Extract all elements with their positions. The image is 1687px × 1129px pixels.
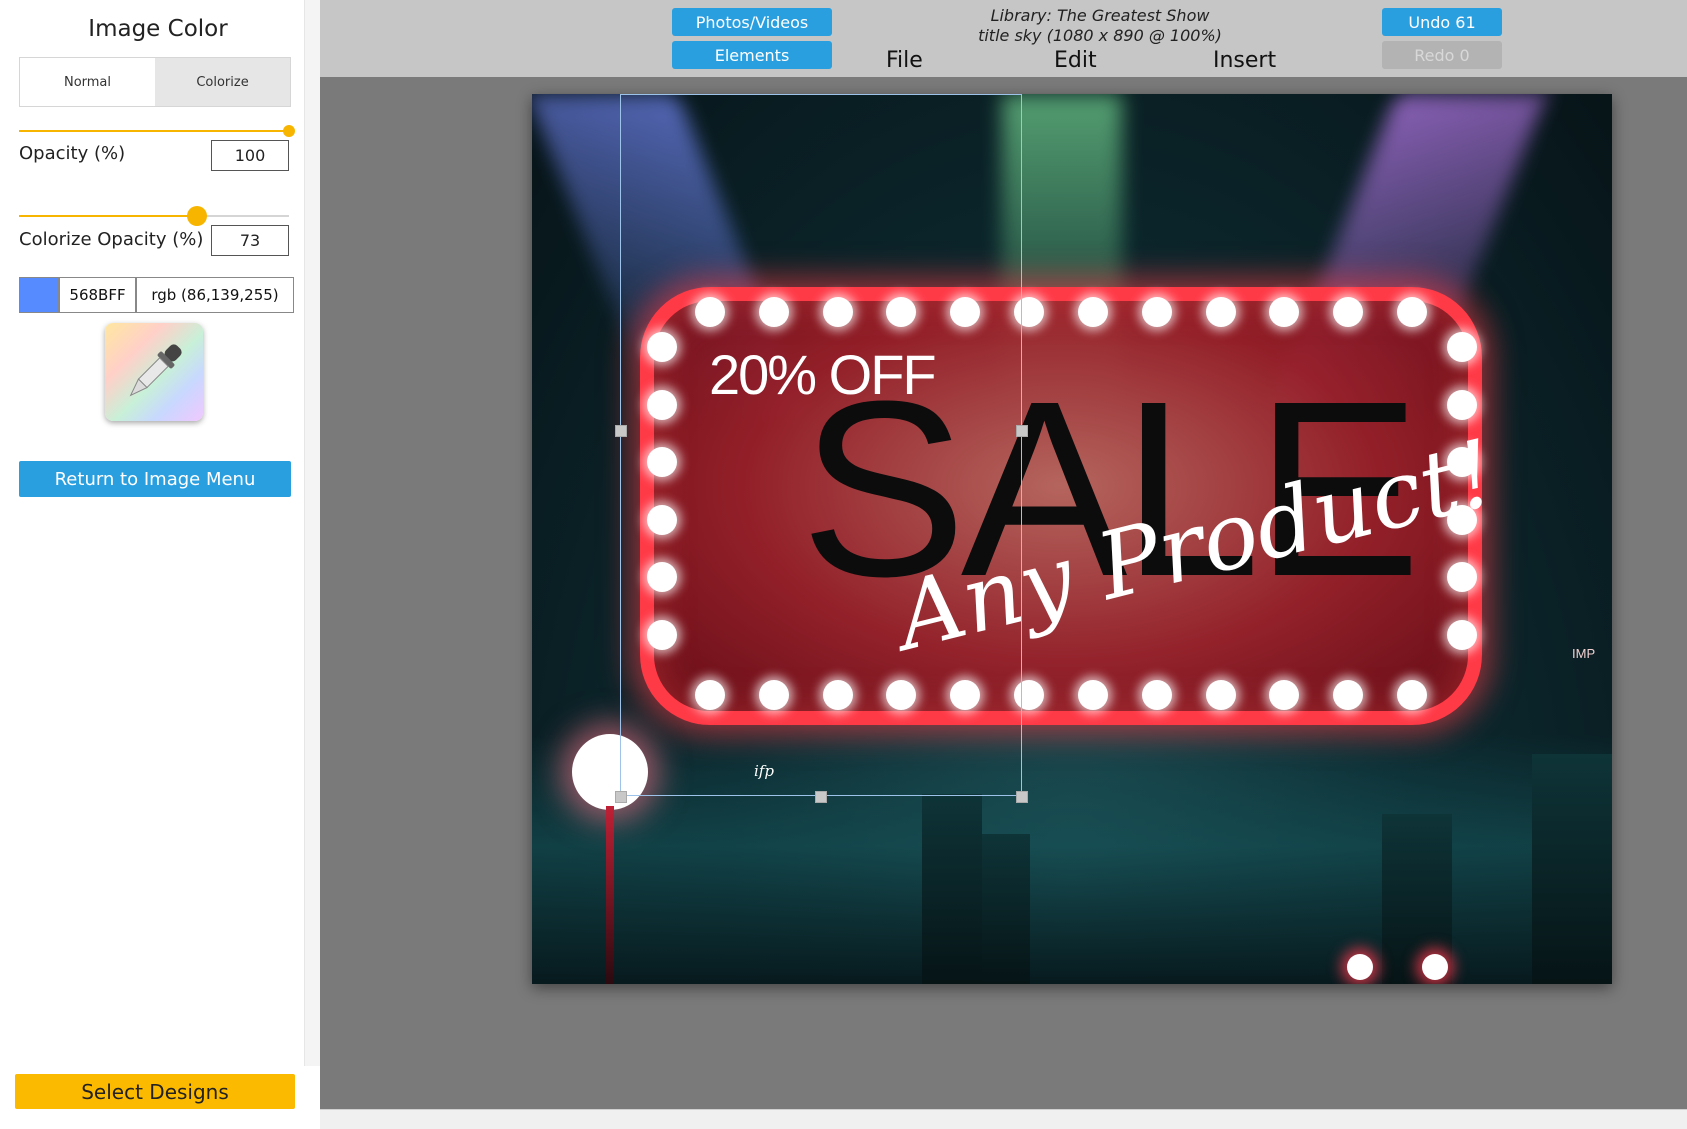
marquee-bulb xyxy=(1333,680,1364,710)
marquee-bulb xyxy=(1205,297,1236,327)
undo-button[interactable]: Undo 61 xyxy=(1382,8,1502,36)
marquee-bulb xyxy=(1333,297,1364,327)
marquee-bulb xyxy=(1447,389,1477,420)
marquee-bulb xyxy=(1269,297,1300,327)
lamp-pole xyxy=(606,806,614,984)
menu-file[interactable]: File xyxy=(886,48,923,73)
rgb-color-input[interactable]: rgb (86,139,255) xyxy=(136,277,294,313)
resize-handle-bottom-left[interactable] xyxy=(615,791,627,803)
marquee-bulb xyxy=(1141,297,1172,327)
elements-button[interactable]: Elements xyxy=(672,41,832,69)
marquee-bulb xyxy=(1077,680,1108,710)
menu-edit[interactable]: Edit xyxy=(1054,48,1097,73)
marquee-bulb xyxy=(1269,680,1300,710)
opacity-input[interactable]: 100 xyxy=(211,140,289,171)
return-to-image-menu-button[interactable]: Return to Image Menu xyxy=(19,461,291,497)
marquee-bulb xyxy=(1447,562,1477,593)
photos-videos-button[interactable]: Photos/Videos xyxy=(672,8,832,36)
colorize-opacity-slider-fill xyxy=(19,215,198,217)
top-toolbar: Photos/Videos Elements Library: The Grea… xyxy=(320,0,1687,77)
resize-handle-bottom-right[interactable] xyxy=(1016,791,1028,803)
menu-insert[interactable]: Insert xyxy=(1213,48,1276,73)
building xyxy=(982,834,1030,984)
building xyxy=(1532,754,1612,984)
opacity-slider-fill xyxy=(19,130,289,132)
selection-box[interactable] xyxy=(620,94,1022,796)
opacity-label: Opacity (%) xyxy=(19,143,126,164)
opacity-slider[interactable] xyxy=(19,125,295,137)
marquee-bulb xyxy=(1141,680,1172,710)
red-light xyxy=(1422,954,1448,980)
marquee-bulb xyxy=(1205,680,1236,710)
library-title: Library: The Greatest Show title sky (10… xyxy=(940,6,1260,46)
mode-toggle: Normal Colorize xyxy=(19,57,291,107)
panel-title: Image Color xyxy=(88,16,228,42)
hex-color-input[interactable]: 568BFF xyxy=(59,277,136,313)
sidebar-scrollbar[interactable] xyxy=(304,0,320,1066)
marquee-bulb xyxy=(1397,680,1427,710)
resize-handle-right[interactable] xyxy=(1016,425,1028,437)
image-color-panel: Image Color Normal Colorize Opacity (%) … xyxy=(0,0,304,1129)
eyedropper-icon xyxy=(129,344,182,397)
resize-handle-bottom[interactable] xyxy=(815,791,827,803)
opacity-slider-thumb[interactable] xyxy=(283,125,295,137)
marquee-bulb xyxy=(1077,297,1108,327)
editor-app: Image Color Normal Colorize Opacity (%) … xyxy=(0,0,1687,1129)
colorize-opacity-slider-thumb[interactable] xyxy=(187,206,208,226)
design-size: title sky (1080 x 890 @ 100%) xyxy=(978,26,1222,45)
marquee-bulb xyxy=(1447,620,1477,650)
horizontal-scrollbar[interactable] xyxy=(320,1109,1687,1129)
colorize-opacity-slider[interactable] xyxy=(19,206,289,226)
selection-guide xyxy=(1021,94,1022,796)
colorize-opacity-input[interactable]: 73 xyxy=(211,225,289,256)
redo-button[interactable]: Redo 0 xyxy=(1382,41,1502,69)
colorize-opacity-label: Colorize Opacity (%) xyxy=(19,229,204,250)
building xyxy=(922,794,982,984)
library-name: Library: The Greatest Show xyxy=(990,6,1210,25)
red-light xyxy=(1347,954,1373,980)
color-picker-button[interactable] xyxy=(105,323,203,421)
mode-normal-button[interactable]: Normal xyxy=(20,58,155,106)
mode-colorize-button[interactable]: Colorize xyxy=(155,58,290,106)
marquee-bulb xyxy=(1397,297,1427,327)
imp-sign-text: IMP xyxy=(1572,646,1596,661)
color-swatch[interactable] xyxy=(19,277,59,313)
marquee-bulb xyxy=(1447,332,1477,362)
resize-handle-left[interactable] xyxy=(615,425,627,437)
select-designs-button[interactable]: Select Designs xyxy=(15,1074,295,1109)
